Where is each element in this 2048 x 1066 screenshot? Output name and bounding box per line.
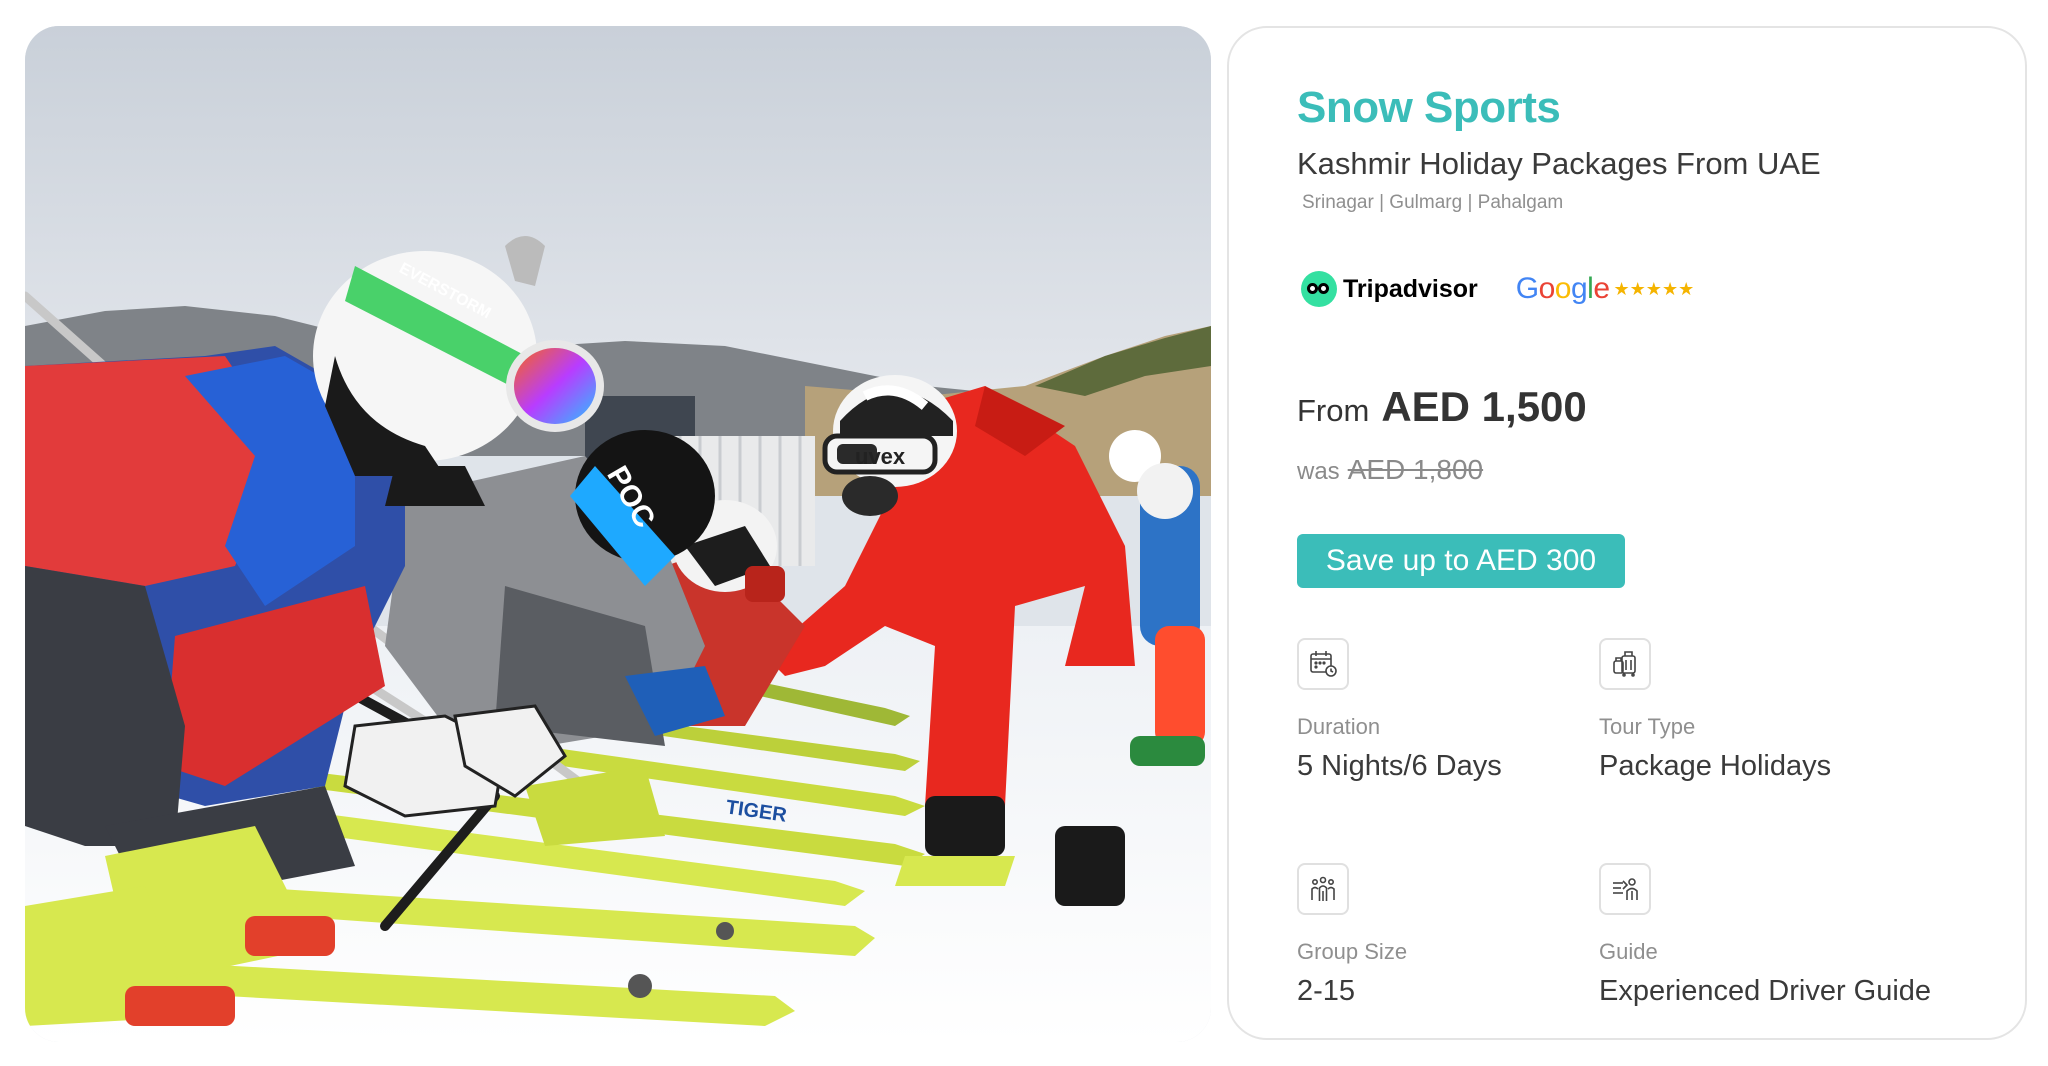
google-letter: o: [1554, 272, 1572, 305]
save-offer-button[interactable]: Save up to AED 300: [1297, 534, 1625, 588]
page: uvex POC EVERSTORM TIGER Snow Sports Kas…: [0, 0, 2048, 1066]
feature-value: Experienced Driver Guide: [1599, 975, 1932, 1007]
google-badge[interactable]: Google ★★★★★: [1516, 272, 1694, 306]
feature-tour-type: Tour Type Package Holidays: [1599, 638, 1899, 783]
feature-label: Tour Type: [1599, 714, 1696, 739]
feature-label: Guide: [1599, 939, 1658, 964]
package-title: Snow Sports: [1297, 83, 1561, 132]
review-badges: Tripadvisor Google ★★★★★: [1301, 264, 1694, 314]
google-letter: g: [1570, 272, 1588, 305]
calendar-clock-icon: [1297, 638, 1349, 690]
google-rating-stars: ★★★★★: [1613, 278, 1695, 299]
group-people-icon: [1297, 863, 1349, 915]
luggage-icon: [1599, 638, 1651, 690]
tripadvisor-badge[interactable]: Tripadvisor: [1301, 271, 1478, 307]
feature-guide: Guide Experienced Driver Guide: [1599, 863, 1932, 1008]
package-subtitle: Kashmir Holiday Packages From UAE: [1297, 146, 1821, 181]
driver-guide-icon: [1599, 863, 1651, 915]
feature-value: Package Holidays: [1599, 750, 1832, 782]
was-price-block: was AED 1,800: [1297, 454, 1483, 486]
package-card: Snow Sports Kashmir Holiday Packages Fro…: [1227, 26, 2027, 1040]
hero-photo: uvex POC EVERSTORM TIGER: [25, 26, 1211, 1042]
was-label: was: [1297, 458, 1340, 485]
helmet-brand-uvex: uvex: [855, 444, 906, 469]
google-logo: Google: [1516, 272, 1610, 306]
google-letter: G: [1515, 272, 1539, 305]
price-block: From AED 1,500: [1297, 383, 1587, 431]
tripadvisor-owl-icon: [1301, 271, 1337, 307]
tripadvisor-label: Tripadvisor: [1343, 274, 1478, 303]
feature-duration: Duration 5 Nights/6 Days: [1297, 638, 1597, 783]
feature-label: Group Size: [1297, 939, 1408, 964]
ski-school-illustration: uvex POC EVERSTORM TIGER: [25, 26, 1211, 1042]
feature-value: 2-15: [1297, 975, 1356, 1007]
price-amount: AED 1,500: [1381, 383, 1587, 430]
feature-value: 5 Nights/6 Days: [1297, 750, 1502, 782]
feature-label: Duration: [1297, 714, 1381, 739]
google-letter: o: [1538, 272, 1556, 305]
price-from-label: From: [1297, 393, 1370, 428]
package-locations: Srinagar | Gulmarg | Pahalgam: [1302, 192, 1564, 213]
feature-group-size: Group Size 2-15: [1297, 863, 1597, 1008]
was-amount: AED 1,800: [1347, 454, 1484, 485]
google-letter: e: [1593, 272, 1610, 305]
